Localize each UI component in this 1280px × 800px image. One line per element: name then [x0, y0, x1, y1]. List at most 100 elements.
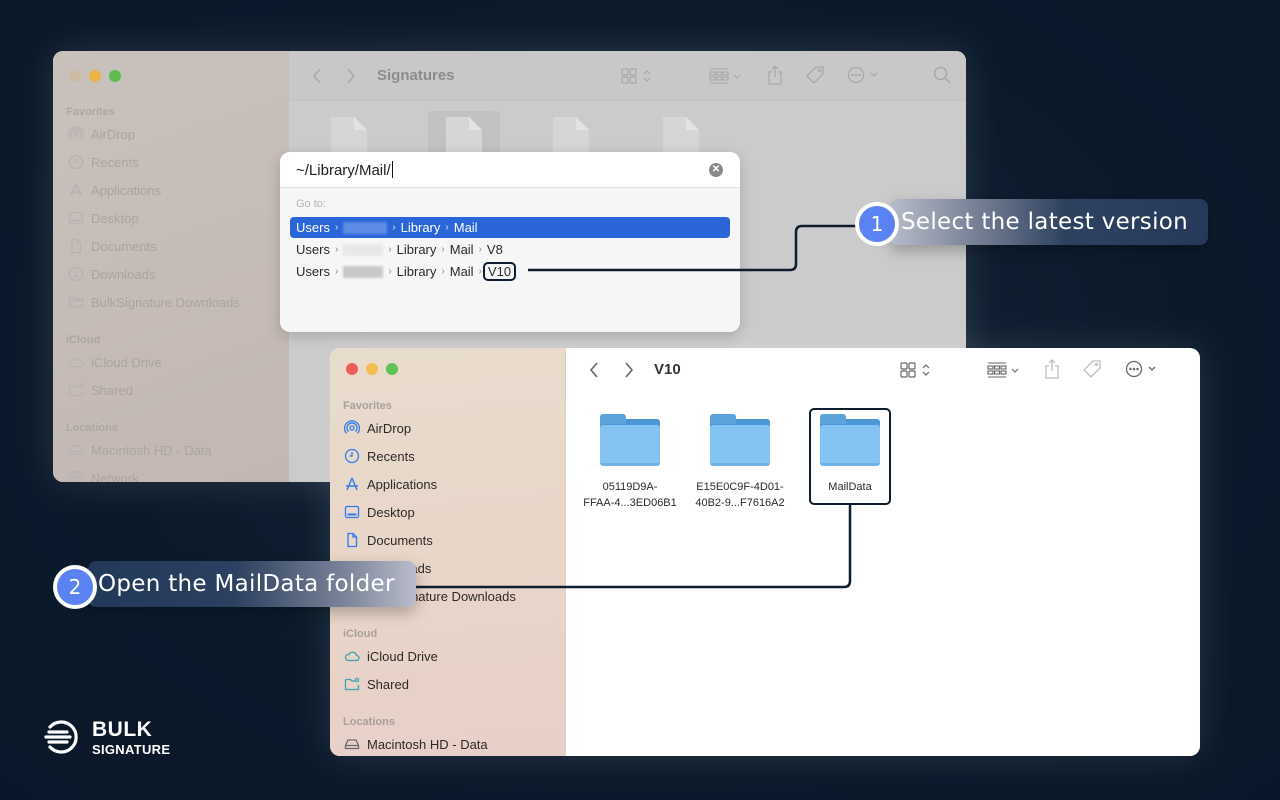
folder-item[interactable]: E15E0C9F-4D01- 40B2-9...F7616A2	[690, 414, 790, 511]
sidebar-item-airdrop[interactable]: AirDrop	[68, 126, 135, 142]
back-chevron-icon[interactable]	[588, 361, 600, 379]
applications-icon	[68, 182, 84, 198]
path-separator-icon: ›	[478, 266, 482, 277]
more-actions-icon[interactable]	[847, 66, 883, 84]
zoom-button[interactable]	[386, 363, 398, 375]
sidebar-item-label: AirDrop	[91, 126, 136, 142]
sidebar-item-applications[interactable]: Applications	[68, 182, 161, 198]
sidebar-section-locations: Locations	[343, 716, 395, 728]
sidebar-item-bulksignature-downloads[interactable]: BulkSignature Downloads	[68, 294, 240, 310]
clear-input-icon[interactable]: ✕	[709, 163, 723, 177]
applications-icon	[344, 476, 360, 492]
sidebar-item-desktop[interactable]: Desktop	[68, 210, 139, 226]
share-icon[interactable]	[1044, 359, 1060, 379]
path-separator-icon: ›	[441, 266, 445, 277]
tag-icon[interactable]	[1082, 359, 1102, 379]
icon-view-icon[interactable]	[621, 68, 655, 84]
sidebar-item-label: Network	[91, 470, 139, 483]
sidebar-item-documents[interactable]: Documents	[344, 532, 433, 548]
window-title: V10	[654, 361, 681, 378]
path-input[interactable]: ~/Library/Mail/ ✕	[280, 152, 740, 188]
desktop-icon	[344, 504, 360, 520]
disk-icon	[344, 736, 360, 752]
sidebar-item-shared[interactable]: Shared	[344, 676, 409, 692]
group-icon[interactable]	[987, 362, 1021, 378]
sidebar: Favorites AirDrop Recents Applications D…	[330, 348, 566, 756]
path-segment: Users	[296, 220, 330, 235]
sidebar-section-locations: Locations	[66, 422, 118, 434]
zoom-button[interactable]	[109, 70, 121, 82]
sidebar-section-icloud: iCloud	[66, 334, 101, 346]
step-badge-2: 2	[53, 565, 97, 609]
folder-icon	[710, 414, 770, 466]
shared-folder-icon	[68, 382, 84, 398]
forward-chevron-icon[interactable]	[623, 361, 635, 379]
close-button[interactable]	[69, 70, 81, 82]
airdrop-icon	[68, 126, 84, 142]
sidebar-item-macintosh-hd[interactable]: Macintosh HD - Data	[68, 442, 212, 458]
more-actions-icon[interactable]	[1125, 360, 1161, 378]
sidebar-item-label: iCloud Drive	[91, 354, 162, 370]
document-icon	[344, 532, 360, 548]
back-chevron-icon[interactable]	[311, 67, 323, 85]
suggestion-row[interactable]: Users › › Library › Mail	[290, 217, 730, 238]
sidebar-item-applications[interactable]: Applications	[344, 476, 437, 492]
sidebar-item-label: Documents	[367, 532, 433, 548]
callout-text: Select the latest version	[901, 209, 1189, 235]
finder-window-v10: Favorites AirDrop Recents Applications D…	[330, 348, 1200, 756]
maildata-highlight	[809, 408, 891, 505]
sidebar-item-label: Applications	[91, 182, 162, 198]
suggestion-row[interactable]: Users › › Library › Mail › V10	[290, 261, 730, 282]
desktop-icon	[68, 210, 84, 226]
search-icon[interactable]	[933, 66, 951, 84]
suggestion-row[interactable]: Users › › Library › Mail › V8	[290, 239, 730, 260]
minimize-button[interactable]	[366, 363, 378, 375]
minimize-button[interactable]	[89, 70, 101, 82]
folder-name: 05119D9A- FFAA-4...3ED06B1	[583, 481, 677, 509]
tag-icon[interactable]	[805, 65, 825, 85]
sidebar-item-shared[interactable]: Shared	[68, 382, 133, 398]
path-segment: Users	[296, 242, 330, 257]
sidebar-item-recents[interactable]: Recents	[68, 154, 139, 170]
sidebar-item-downloads[interactable]: Downloads	[68, 266, 155, 282]
sidebar-item-label: Documents	[91, 238, 157, 254]
window-controls	[69, 70, 121, 82]
sidebar-item-label: Desktop	[91, 210, 139, 226]
sidebar-item-icloud-drive[interactable]: iCloud Drive	[344, 648, 438, 664]
path-separator-icon: ›	[392, 222, 396, 233]
window-controls	[346, 363, 398, 375]
path-separator-icon: ›	[478, 244, 482, 255]
forward-chevron-icon[interactable]	[345, 67, 357, 85]
go-to-folder-dialog: ~/Library/Mail/ ✕ Go to: Users › › Librar…	[280, 152, 740, 332]
sidebar-item-network[interactable]: Network	[68, 470, 139, 482]
v10-highlight[interactable]: V10	[482, 262, 517, 281]
sidebar-item-airdrop[interactable]: AirDrop	[344, 420, 411, 436]
redacted-username	[343, 221, 388, 234]
share-icon[interactable]	[767, 65, 783, 85]
path-segment: Mail	[449, 264, 474, 279]
sidebar-item-label: Downloads	[91, 266, 156, 282]
brand-line-2: SIGNATURE	[92, 741, 171, 757]
group-icon[interactable]	[709, 68, 743, 84]
sidebar-section-icloud: iCloud	[343, 628, 378, 640]
sidebar-item-icloud-drive[interactable]: iCloud Drive	[68, 354, 162, 370]
sidebar-section-favorites: Favorites	[343, 400, 392, 412]
path-separator-icon: ›	[441, 244, 445, 255]
close-button[interactable]	[346, 363, 358, 375]
sidebar-item-macintosh-hd[interactable]: Macintosh HD - Data	[344, 736, 488, 752]
clock-icon	[344, 448, 360, 464]
path-segment: Library	[396, 264, 437, 279]
toolbar: Signatures	[289, 51, 966, 101]
sidebar-item-label: Shared	[367, 676, 409, 692]
folder-item[interactable]: 05119D9A- FFAA-4...3ED06B1	[580, 414, 680, 511]
icon-view-icon[interactable]	[900, 362, 934, 378]
sidebar-item-documents[interactable]: Documents	[68, 238, 157, 254]
folder-icon	[68, 294, 84, 310]
sidebar-item-recents[interactable]: Recents	[344, 448, 415, 464]
sidebar-item-desktop[interactable]: Desktop	[344, 504, 415, 520]
step-badge-1: 1	[855, 202, 899, 246]
sidebar: Favorites AirDrop Recents Applications D…	[53, 51, 289, 482]
path-input-value[interactable]: ~/Library/Mail/	[296, 161, 393, 179]
sidebar-item-label: Macintosh HD - Data	[367, 736, 488, 752]
network-icon	[68, 470, 84, 482]
